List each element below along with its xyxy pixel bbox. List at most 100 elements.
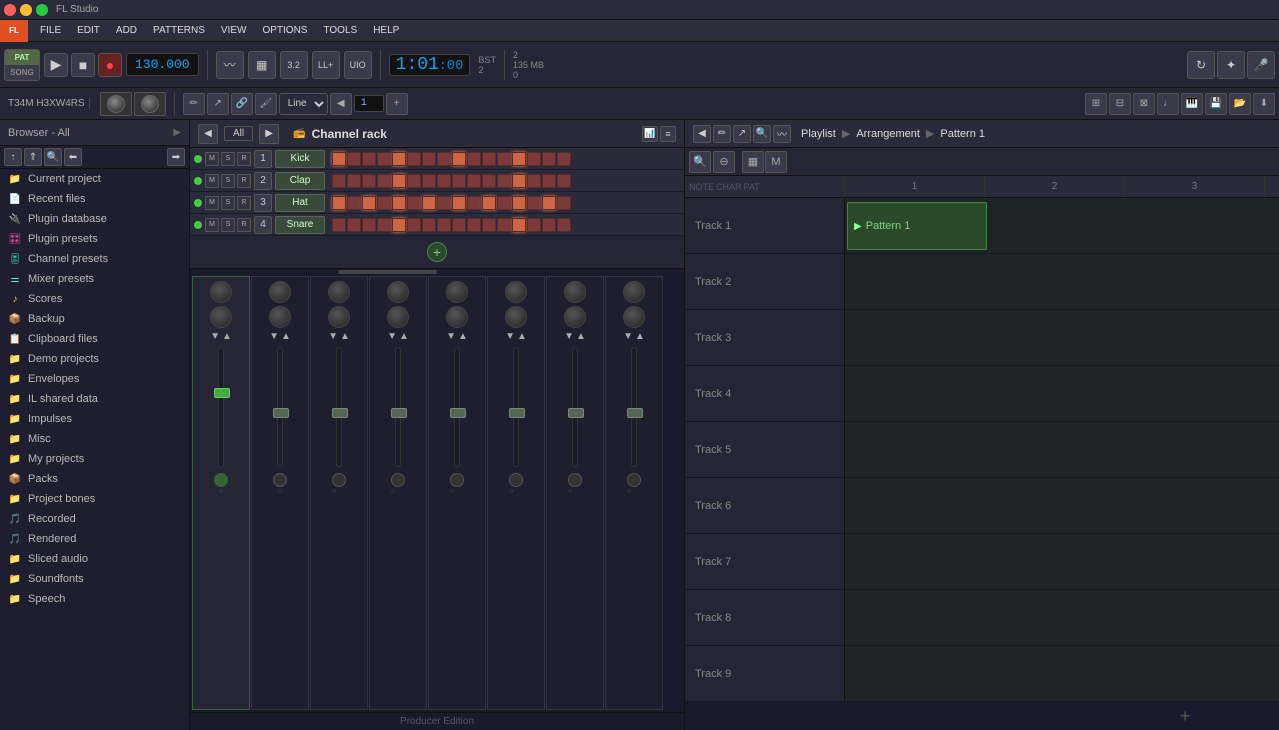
ch-pad[interactable]	[347, 152, 361, 166]
ch-pad[interactable]	[437, 174, 451, 188]
piano-btn[interactable]: 🎹	[1181, 93, 1203, 115]
pl-track-content-5[interactable]	[845, 422, 1279, 477]
ch-pad[interactable]	[482, 196, 496, 210]
ch-pad[interactable]	[362, 152, 376, 166]
sidebar-item-recent-files[interactable]: 📄 Recent files	[0, 189, 189, 209]
cr-scrollbar[interactable]	[190, 268, 684, 274]
strip-circle-btn[interactable]	[450, 473, 464, 487]
ch-pad[interactable]	[497, 152, 511, 166]
ch-pad[interactable]	[377, 152, 391, 166]
strip-circle-btn[interactable]	[273, 473, 287, 487]
close-button[interactable]	[4, 4, 16, 16]
ch-pad[interactable]	[512, 218, 526, 232]
num-display-1[interactable]: 3.2	[280, 51, 308, 79]
ch-pad[interactable]	[377, 174, 391, 188]
import-btn[interactable]: ⬇	[1253, 93, 1275, 115]
menu-patterns[interactable]: PATTERNS	[145, 23, 213, 38]
ch-pad[interactable]	[422, 218, 436, 232]
strip-knob-pan[interactable]	[387, 281, 409, 303]
record-button[interactable]: ●	[98, 53, 122, 77]
strip-knob-vol[interactable]	[564, 306, 586, 328]
sidebar-item-soundfonts[interactable]: 📁 Soundfonts	[0, 569, 189, 589]
pl-track-name-9[interactable]: Track 9	[685, 646, 845, 701]
strip-knob-vol[interactable]	[210, 306, 232, 328]
knob-display[interactable]	[100, 92, 132, 116]
ch-pad[interactable]	[407, 196, 421, 210]
sidebar-item-plugin-database[interactable]: 🔌 Plugin database	[0, 209, 189, 229]
strip-down-btn[interactable]: ▼	[564, 331, 574, 342]
strip-knob-vol[interactable]	[269, 306, 291, 328]
ch-mute[interactable]: M	[205, 218, 219, 232]
pl-mute-mode-btn[interactable]: M	[765, 151, 787, 173]
strip-knob-pan[interactable]	[210, 281, 232, 303]
menu-help[interactable]: HELP	[365, 23, 407, 38]
pl-track-content-8[interactable]	[845, 590, 1279, 645]
pl-track-content-9[interactable]	[845, 646, 1279, 701]
ch-pad[interactable]	[422, 152, 436, 166]
ch-pad[interactable]	[392, 152, 406, 166]
ch-rec[interactable]: R	[237, 218, 251, 232]
ch-pad[interactable]	[362, 196, 376, 210]
ch-pad[interactable]	[542, 174, 556, 188]
window-controls[interactable]	[4, 4, 48, 16]
ch-pad[interactable]	[467, 152, 481, 166]
strip-circle-btn[interactable]	[627, 473, 641, 487]
ch-pad[interactable]	[467, 218, 481, 232]
sidebar-home-btn[interactable]: ⇑	[24, 148, 42, 166]
ch-mute[interactable]: M	[205, 196, 219, 210]
sidebar-item-current-project[interactable]: 📁 Current project	[0, 169, 189, 189]
sidebar-item-channel-presets[interactable]: 🎚 Channel presets	[0, 249, 189, 269]
strip-knob-vol[interactable]	[387, 306, 409, 328]
ch-name-kick[interactable]: Kick	[275, 150, 325, 168]
sidebar-pin-right-btn[interactable]: ➡	[167, 148, 185, 166]
strip-up-btn[interactable]: ▲	[222, 331, 232, 342]
strip-knob-vol[interactable]	[623, 306, 645, 328]
strip-fader-handle[interactable]	[273, 408, 289, 418]
folder-btn[interactable]: 📂	[1229, 93, 1251, 115]
sidebar-item-envelopes[interactable]: 📁 Envelopes	[0, 369, 189, 389]
strip-up-btn[interactable]: ▲	[517, 331, 527, 342]
play-button[interactable]: ▶	[44, 53, 68, 77]
strip-up-btn[interactable]: ▲	[281, 331, 291, 342]
strip-up-btn[interactable]: ▲	[399, 331, 409, 342]
pl-track-content-7[interactable]	[845, 534, 1279, 589]
cr-add-channel-btn[interactable]: +	[427, 242, 447, 262]
line-select[interactable]: Line	[279, 93, 328, 115]
strip-down-btn[interactable]: ▼	[210, 331, 220, 342]
sidebar-item-plugin-presets[interactable]: 🎛 Plugin presets	[0, 229, 189, 249]
grid-btn-3[interactable]: ⊠	[1133, 93, 1155, 115]
sidebar-up-btn[interactable]: ↑	[4, 148, 22, 166]
ch-pad[interactable]	[497, 174, 511, 188]
sidebar-item-mixer-presets[interactable]: ⚌ Mixer presets	[0, 269, 189, 289]
arrow-left-btn[interactable]: ◀	[330, 93, 352, 115]
ch-pad[interactable]	[542, 196, 556, 210]
ch-pad[interactable]	[347, 196, 361, 210]
ch-pad[interactable]	[362, 174, 376, 188]
ch-pad[interactable]	[347, 218, 361, 232]
ch-pad[interactable]	[392, 218, 406, 232]
ch-pad[interactable]	[407, 152, 421, 166]
note-btn[interactable]: ♩	[1157, 93, 1179, 115]
ch-pad[interactable]	[332, 152, 346, 166]
strip-knob-vol[interactable]	[446, 306, 468, 328]
ch-pad[interactable]	[452, 196, 466, 210]
strip-fader-handle[interactable]	[214, 388, 230, 398]
strip-knob-vol[interactable]	[505, 306, 527, 328]
strip-knob-pan[interactable]	[446, 281, 468, 303]
ch-pad[interactable]	[557, 218, 571, 232]
sidebar-search-btn[interactable]: 🔍	[44, 148, 62, 166]
ch-pad[interactable]	[437, 218, 451, 232]
ch-name-clap[interactable]: Clap	[275, 172, 325, 190]
strip-up-btn[interactable]: ▲	[340, 331, 350, 342]
ch-pad[interactable]	[422, 196, 436, 210]
strip-up-btn[interactable]: ▲	[458, 331, 468, 342]
ch-pad[interactable]	[482, 152, 496, 166]
ll-btn[interactable]: LL+	[312, 51, 340, 79]
ch-rec[interactable]: R	[237, 152, 251, 166]
ch-pad[interactable]	[422, 174, 436, 188]
pl-track-name-2[interactable]: Track 2	[685, 254, 845, 309]
ch-name-hat[interactable]: Hat	[275, 194, 325, 212]
tool-paint[interactable]: 🔗	[231, 93, 253, 115]
ch-pad[interactable]	[482, 174, 496, 188]
maximize-button[interactable]	[36, 4, 48, 16]
